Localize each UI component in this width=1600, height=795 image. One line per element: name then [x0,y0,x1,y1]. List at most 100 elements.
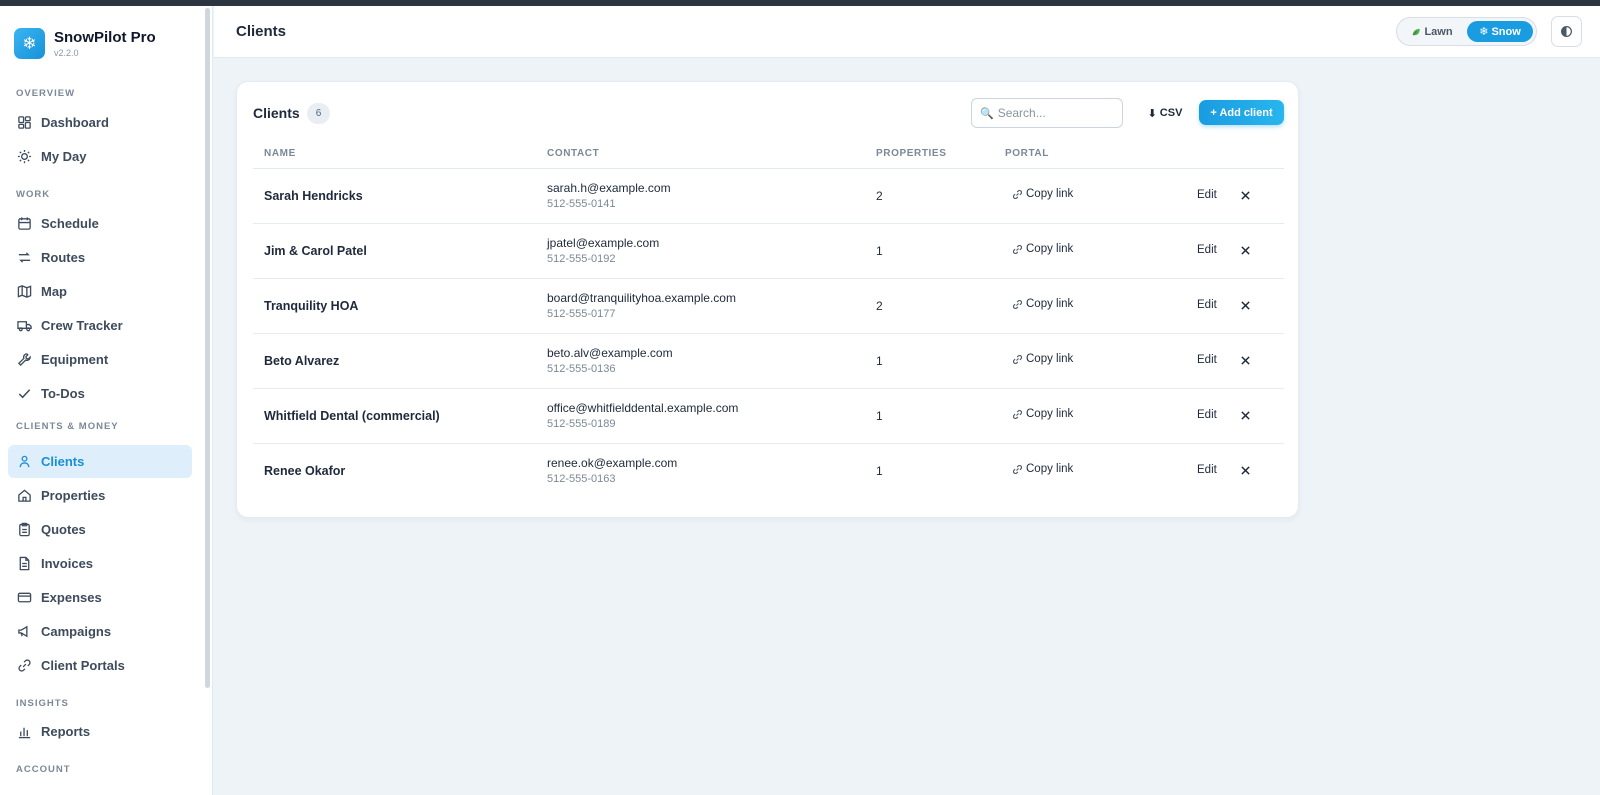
sidebar-item-label: Properties [41,488,106,503]
client-email[interactable]: jpatel@example.com [547,236,659,250]
client-name: Sarah Hendricks [264,189,363,203]
home-icon [18,489,31,502]
sidebar-item-map[interactable]: Map [8,275,192,308]
section-label-work: WORK [16,189,51,200]
mode-lawn-button[interactable]: Lawn [1403,21,1461,42]
edit-client-button[interactable]: Edit [1197,299,1217,311]
contrast-icon [1561,26,1572,37]
column-header-contact[interactable]: CONTACT [547,148,599,159]
delete-client-icon[interactable] [1239,409,1252,422]
table-row[interactable]: Beto Alvarez beto.alv@example.com 512-555-… [253,334,1284,389]
delete-client-icon[interactable] [1239,464,1252,477]
client-email[interactable]: office@whitfielddental.example.com [547,401,738,415]
theme-toggle-button[interactable] [1551,16,1582,47]
client-count-badge: 6 [307,103,330,124]
sidebar-item-properties[interactable]: Properties [8,479,192,512]
sidebar: ❄ SnowPilot Pro v2.2.0 OVERVIEW Dashboar… [0,6,213,795]
search-field[interactable]: 🔍 [971,98,1123,128]
client-email[interactable]: sarah.h@example.com [547,181,671,195]
copy-portal-link-button[interactable]: Copy link [1012,353,1073,365]
column-header-properties[interactable]: PROPERTIES [876,148,946,159]
sidebar-item-label: Client Portals [41,658,125,673]
csv-export-button[interactable]: ⬇ CSV [1139,98,1191,128]
edit-client-button[interactable]: Edit [1197,464,1217,476]
sun-icon [17,149,32,164]
sidebar-item-campaigns[interactable]: Campaigns [8,615,192,648]
column-header-portal[interactable]: PORTAL [1005,148,1049,159]
map-icon [17,285,32,298]
copy-portal-link-button[interactable]: Copy link [1012,298,1073,310]
clipboard-icon [19,522,30,537]
search-input[interactable] [997,106,1118,120]
sidebar-item-clients[interactable]: Clients [8,445,192,478]
card-icon [17,592,32,603]
delete-client-icon[interactable] [1239,244,1252,257]
copy-link-label: Copy link [1026,353,1074,365]
sidebar-item-label: Invoices [41,556,94,571]
app-version: v2.2.0 [54,47,79,58]
sidebar-item-reports[interactable]: Reports [8,715,192,748]
sidebar-item-label: Schedule [41,216,99,231]
client-phone: 512-555-0163 [547,473,616,485]
column-header-name[interactable]: NAME [264,148,296,159]
sidebar-item-routes[interactable]: Routes [8,241,192,274]
edit-client-button[interactable]: Edit [1197,354,1217,366]
copy-portal-link-button[interactable]: Copy link [1012,463,1073,475]
mode-snow-button[interactable]: ❄ Snow [1467,21,1533,42]
add-client-button[interactable]: + Add client [1199,100,1284,125]
sidebar-item-equipment[interactable]: Equipment [8,343,192,376]
sidebar-item-dashboard[interactable]: Dashboard [8,106,192,139]
link-icon [1013,189,1022,199]
edit-client-button[interactable]: Edit [1197,244,1217,256]
table-row[interactable]: Jim & Carol Patel jpatel@example.com 512-5… [253,224,1284,279]
card-title: Clients [253,105,300,121]
sidebar-item-quotes[interactable]: Quotes [8,513,192,546]
copy-portal-link-button[interactable]: Copy link [1012,408,1073,420]
sidebar-item-crew-tracker[interactable]: Crew Tracker [8,309,192,342]
sidebar-item-label: Campaigns [41,624,112,639]
mode-lawn-label: Lawn [1424,25,1453,38]
copy-link-label: Copy link [1026,188,1074,200]
sidebar-item-label: Map [41,284,67,299]
clients-card: Clients 6 🔍 ⬇ CSV + Add client NAME CONT… [236,81,1299,518]
sidebar-item-invoices[interactable]: Invoices [8,547,192,580]
table-row[interactable]: Sarah Hendricks sarah.h@example.com 512-55… [253,169,1284,224]
property-count: 1 [876,409,883,423]
sidebar-item-label: Dashboard [41,115,109,130]
table-row[interactable]: Tranquility HOA board@tranquilityhoa.exam… [253,279,1284,334]
app-name: SnowPilot Pro [54,28,156,46]
bar-chart-icon [18,727,31,739]
copy-portal-link-button[interactable]: Copy link [1012,188,1073,200]
sidebar-item-expenses[interactable]: Expenses [8,581,192,614]
delete-client-icon[interactable] [1239,299,1252,312]
client-name: Whitfield Dental (commercial) [264,409,440,423]
sidebar-item-my-day[interactable]: My Day [8,140,192,173]
sidebar-item-to-dos[interactable]: To-Dos [8,377,192,410]
check-icon [18,389,31,399]
document-icon [19,556,30,571]
edit-client-button[interactable]: Edit [1197,409,1217,421]
client-email[interactable]: beto.alv@example.com [547,346,673,360]
wrench-icon [17,353,31,367]
copy-portal-link-button[interactable]: Copy link [1012,243,1073,255]
search-icon: 🔍 [980,107,994,120]
sidebar-item-client-portals[interactable]: Client Portals [8,649,192,682]
csv-label: CSV [1159,107,1183,119]
edit-client-button[interactable]: Edit [1197,189,1217,201]
dashboard-icon [18,116,31,129]
brand[interactable]: ❄ SnowPilot Pro v2.2.0 [14,28,156,59]
property-count: 1 [876,354,883,368]
client-phone: 512-555-0136 [547,363,616,375]
delete-client-icon[interactable] [1239,189,1252,202]
table-row[interactable]: Whitfield Dental (commercial) office@whit… [253,389,1284,444]
sidebar-item-schedule[interactable]: Schedule [8,207,192,240]
client-email[interactable]: renee.ok@example.com [547,456,677,470]
table-header: NAME CONTACT PROPERTIES PORTAL [253,140,1284,169]
top-header: Clients Lawn ❄ Snow [214,6,1600,58]
client-email[interactable]: board@tranquilityhoa.example.com [547,291,736,305]
sidebar-item-label: Quotes [41,522,86,537]
delete-client-icon[interactable] [1239,354,1252,367]
sidebar-scrollbar[interactable] [205,8,210,688]
table-row[interactable]: Renee Okafor renee.ok@example.com 512-555-… [253,444,1284,499]
download-icon: ⬇ [1147,107,1157,120]
